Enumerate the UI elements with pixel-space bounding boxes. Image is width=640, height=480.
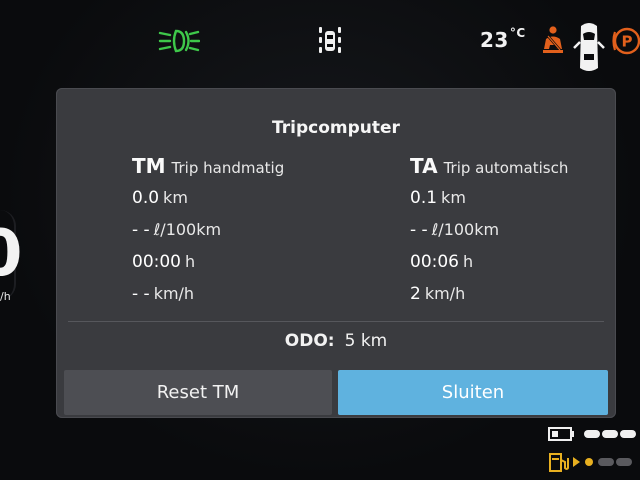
odometer-value: 5 <box>344 331 356 351</box>
trip-automatic-header: TA Trip automatisch <box>410 154 568 182</box>
trip-automatic-column: TA Trip automatisch 0.1 km - - ℓ/100km 00:0… <box>410 154 568 310</box>
divider <box>68 321 604 322</box>
distance-unit: km <box>163 188 188 207</box>
trip-automatic-name: Trip automatisch <box>443 159 569 177</box>
speed-value: 0 <box>0 217 23 291</box>
consumption-unit: ℓ/100km <box>431 220 500 239</box>
battery-level-segment <box>620 430 636 438</box>
trip-automatic-distance: 0.1 km <box>410 182 568 214</box>
fuel-level-low-indicator <box>585 458 593 466</box>
battery-level-segment <box>584 430 600 438</box>
speed-avg-value: 2 <box>410 284 421 304</box>
fuel-pump-icon <box>549 453 580 472</box>
speed-avg-value: - - <box>132 284 150 304</box>
low-beam-headlight-icon <box>158 29 200 53</box>
parking-brake-icon: P <box>612 27 640 55</box>
trip-automatic-time: 00:06 h <box>410 246 568 278</box>
temperature-unit: °C <box>509 26 526 40</box>
consumption-value: - - <box>410 220 428 240</box>
odometer-unit: km <box>360 331 388 351</box>
trip-manual-distance: 0.0 km <box>132 182 284 214</box>
time-unit: h <box>185 252 196 271</box>
distance-unit: km <box>441 188 466 207</box>
distance-value: 0.1 <box>410 188 438 208</box>
time-value: 00:00 <box>132 252 181 272</box>
trip-manual-code: TM <box>132 154 166 178</box>
trip-manual-time: 00:00 h <box>132 246 284 278</box>
temperature-value: 23 <box>480 28 509 52</box>
dialog-title: Tripcomputer <box>272 118 400 138</box>
trip-automatic-code: TA <box>410 154 438 178</box>
tripcomputer-dialog: Tripcomputer TM Trip handmatig 0.0 km - -ℓ… <box>56 88 616 418</box>
seatbelt-warning-icon <box>543 26 563 53</box>
trip-manual-name: Trip handmatig <box>171 159 285 177</box>
outside-temperature: 23°C <box>480 26 526 52</box>
odometer: ODO: 5 km <box>56 331 616 351</box>
fuel-level-segment <box>616 458 632 466</box>
time-unit: h <box>463 252 474 271</box>
odometer-label: ODO: <box>284 331 335 351</box>
speed-unit: /h <box>0 290 11 303</box>
time-value: 00:06 <box>410 252 459 272</box>
trip-manual-column: TM Trip handmatig 0.0 km - - ℓ/100km 00:00 h… <box>132 154 284 310</box>
trip-manual-consumption: - - ℓ/100km <box>132 214 284 246</box>
reset-tm-button[interactable]: Reset TM <box>64 370 332 415</box>
trip-manual-speed: - - km/h <box>132 278 284 310</box>
speed-avg-unit: km/h <box>424 284 466 303</box>
trip-automatic-consumption: - - ℓ/100km <box>410 214 568 246</box>
speed-avg-unit: km/h <box>153 284 195 303</box>
fuel-level-segment <box>598 458 614 466</box>
svg-text:P: P <box>622 33 633 51</box>
lane-assist-icon <box>319 27 341 53</box>
car-doors-icon <box>573 23 605 71</box>
distance-value: 0.0 <box>132 188 160 208</box>
close-button[interactable]: Sluiten <box>338 370 608 415</box>
consumption-unit: ℓ/100km <box>153 220 222 239</box>
trip-manual-header: TM Trip handmatig <box>132 154 284 182</box>
trip-automatic-speed: 2 km/h <box>410 278 568 310</box>
battery-icon <box>548 427 574 441</box>
battery-level-segment <box>602 430 618 438</box>
consumption-value: - - <box>132 220 150 240</box>
